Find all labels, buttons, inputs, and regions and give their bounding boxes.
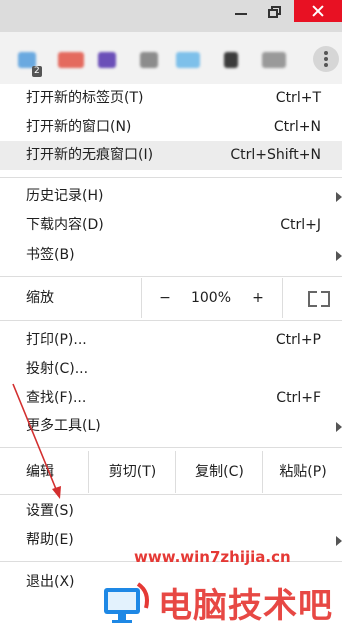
computer-logo-icon	[104, 582, 149, 623]
watermark-brand: 电脑技术吧	[158, 586, 333, 626]
watermark-url: www.win7zhijia.cn	[134, 548, 291, 566]
watermark-logo: 电脑技术吧	[98, 574, 342, 627]
annotation-arrow-icon	[12, 383, 61, 499]
